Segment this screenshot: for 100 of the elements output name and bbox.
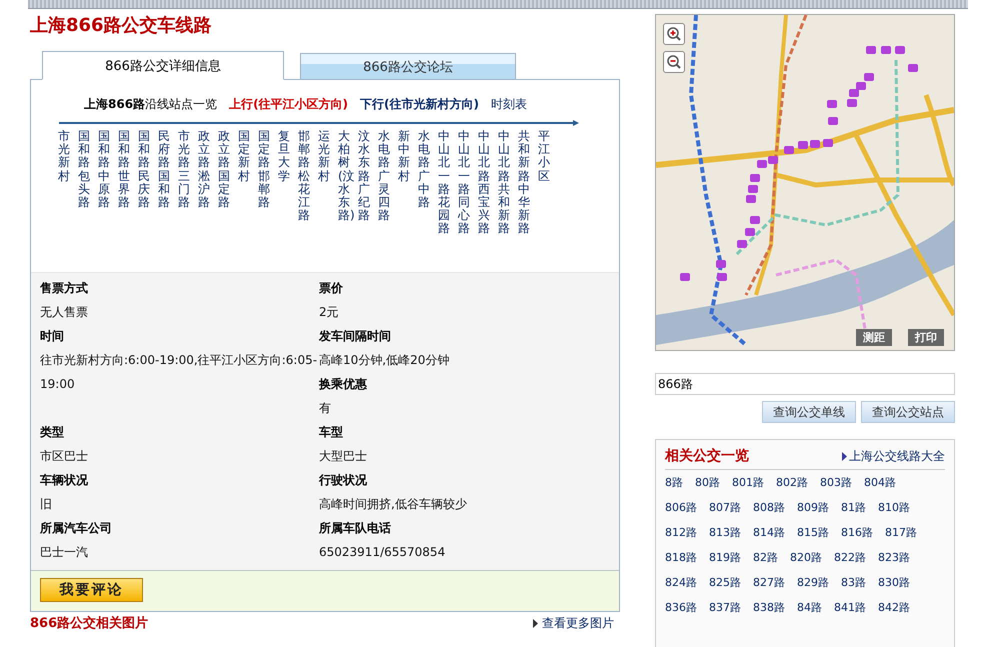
station-link[interactable]: 新中新村 — [398, 130, 410, 183]
station-link[interactable]: 中山北路共和新路 — [498, 130, 510, 236]
route-link[interactable]: 813路 — [709, 520, 741, 545]
route-link[interactable]: 804路 — [864, 470, 896, 495]
detail-label: 类型 — [40, 424, 64, 441]
detail-value: 65023911/65570854 — [319, 544, 446, 561]
detail-value: 2元 — [319, 304, 339, 321]
route-link[interactable]: 818路 — [665, 545, 697, 570]
station-link[interactable]: 水电路广中路 — [418, 130, 430, 210]
route-link[interactable]: 801路 — [732, 470, 764, 495]
section-title: 866路公交相关图片 — [30, 616, 148, 631]
route-link[interactable]: 812路 — [665, 520, 697, 545]
triangle-icon — [842, 452, 847, 460]
route-link[interactable]: 822路 — [834, 545, 866, 570]
route-link[interactable]: 842路 — [878, 595, 910, 620]
route-link[interactable]: 82路 — [753, 545, 778, 570]
route-link[interactable]: 838路 — [753, 595, 785, 620]
detail-value: 巴士一汽 — [40, 544, 88, 561]
station-link[interactable]: 市光路三门路 — [178, 130, 190, 210]
station-link[interactable]: 复旦大学 — [278, 130, 290, 183]
timetable-link[interactable]: 时刻表 — [491, 97, 527, 112]
route-link[interactable]: 841路 — [834, 595, 866, 620]
station-link[interactable]: 国和路世界路 — [118, 130, 130, 210]
station-link[interactable]: 邯郸路松花江路 — [298, 130, 310, 222]
detail-label: 车型 — [319, 424, 343, 441]
route-link[interactable]: 817路 — [885, 520, 917, 545]
route-link[interactable]: 803路 — [820, 470, 852, 495]
route-link[interactable]: 823路 — [878, 545, 910, 570]
route-link[interactable]: 819路 — [709, 545, 741, 570]
route-link[interactable]: 802路 — [776, 470, 808, 495]
station-link[interactable]: 中山北路西宝兴路 — [478, 130, 490, 236]
route-link[interactable]: 8路 — [665, 470, 683, 495]
stations-heading: 上海866路沿线站点一览 — [84, 97, 218, 112]
route-link[interactable]: 830路 — [878, 570, 910, 595]
station-link[interactable]: 国定路邯郸路 — [258, 130, 270, 210]
detail-label: 换乘优惠 — [319, 376, 367, 393]
direction-tab[interactable]: 上行(往平江小区方向) — [229, 97, 348, 112]
station-link[interactable]: 运光新村 — [318, 130, 330, 183]
map-view[interactable]: 测距 打印 — [655, 14, 955, 351]
detail-label: 票价 — [319, 280, 343, 297]
zoom-in-icon[interactable] — [663, 23, 685, 45]
tab[interactable]: 866路公交详细信息 — [42, 51, 284, 80]
detail-label: 车辆状况 — [40, 472, 88, 489]
all-routes-link[interactable]: 上海公交线路大全 — [842, 448, 945, 464]
route-link[interactable]: 829路 — [797, 570, 829, 595]
detail-value: 大型巴士 — [319, 448, 367, 465]
search-button[interactable]: 查询公交站点 — [861, 401, 955, 423]
route-link[interactable]: 809路 — [797, 495, 829, 520]
route-link[interactable]: 810路 — [878, 495, 910, 520]
direction-tab[interactable]: 下行(往市光新村方向) — [360, 97, 479, 112]
more-photos-link[interactable]: 查看更多图片 — [533, 615, 614, 632]
detail-label: 发车间隔时间 — [319, 328, 391, 345]
search-button[interactable]: 查询公交单线 — [762, 401, 856, 423]
route-link[interactable]: 827路 — [753, 570, 785, 595]
station-link[interactable]: 政立路国定路 — [218, 130, 230, 210]
station-link[interactable]: 中山北一路花园路 — [438, 130, 450, 236]
station-link[interactable]: 政立路淞沪路 — [198, 130, 210, 210]
station-link[interactable]: 民府路国和路 — [158, 130, 170, 210]
route-link[interactable]: 807路 — [709, 495, 741, 520]
route-link[interactable]: 824路 — [665, 570, 697, 595]
detail-value: 旧 — [40, 496, 52, 513]
related-title: 相关公交一览 — [665, 447, 749, 465]
route-link[interactable]: 806路 — [665, 495, 697, 520]
route-link[interactable]: 837路 — [709, 595, 741, 620]
detail-value: 高峰时间拥挤,低谷车辆较少 — [319, 496, 467, 513]
station-link[interactable]: 市光新村 — [58, 130, 70, 183]
detail-value: 市区巴士 — [40, 448, 88, 465]
station-link[interactable]: 汶水东路广纪路 — [358, 130, 370, 222]
route-link[interactable]: 814路 — [753, 520, 785, 545]
detail-value: 无人售票 — [40, 304, 88, 321]
station-link[interactable]: 共和新路中华新路 — [518, 130, 530, 236]
print-button[interactable]: 打印 — [908, 329, 944, 346]
route-link[interactable]: 81路 — [841, 495, 866, 520]
search-field[interactable]: 866路 — [655, 373, 955, 395]
detail-label: 所属汽车公司 — [40, 520, 112, 537]
route-link[interactable]: 83路 — [841, 570, 866, 595]
detail-label: 行驶状况 — [319, 472, 367, 489]
station-link[interactable]: 中山北一路同心路 — [458, 130, 470, 236]
station-link[interactable]: 水电路广灵四路 — [378, 130, 390, 222]
station-link[interactable]: 国和路中原路 — [98, 130, 110, 210]
detail-label: 所属车队电话 — [319, 520, 391, 537]
detail-value: 往市光新村方向:6:00-19:00,往平江小区方向:6:05-19:00 — [40, 352, 318, 393]
station-link[interactable]: 国和路民庆路 — [138, 130, 150, 210]
route-link[interactable]: 836路 — [665, 595, 697, 620]
detail-value: 高峰10分钟,低峰20分钟 — [319, 352, 450, 369]
station-link[interactable]: 平江小区 — [538, 130, 550, 183]
route-link[interactable]: 84路 — [797, 595, 822, 620]
route-link[interactable]: 80路 — [695, 470, 720, 495]
route-link[interactable]: 825路 — [709, 570, 741, 595]
route-link[interactable]: 820路 — [790, 545, 822, 570]
detail-label: 售票方式 — [40, 280, 88, 297]
comment-button[interactable]: 我要评论 — [40, 578, 143, 602]
measure-button[interactable]: 测距 — [856, 329, 892, 346]
route-link[interactable]: 808路 — [753, 495, 785, 520]
zoom-out-icon[interactable] — [663, 51, 685, 73]
station-link[interactable]: 国定新村 — [238, 130, 250, 183]
station-link[interactable]: 国和路包头路 — [78, 130, 90, 210]
route-link[interactable]: 815路 — [797, 520, 829, 545]
tab[interactable]: 866路公交论坛 — [300, 53, 516, 80]
route-link[interactable]: 816路 — [841, 520, 873, 545]
